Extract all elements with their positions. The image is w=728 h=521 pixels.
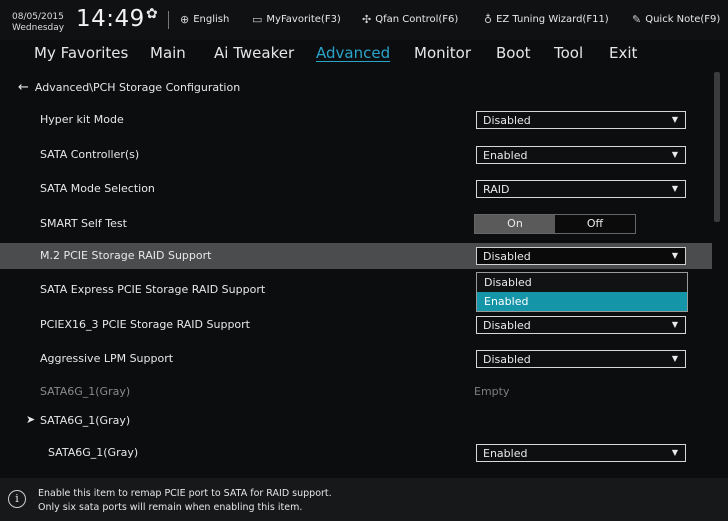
myfavorite-label: MyFavorite(F3) xyxy=(266,14,341,25)
main-tabs: My Favorites Main Ai Tweaker Advanced Mo… xyxy=(0,40,728,68)
language-button[interactable]: ⊕ English xyxy=(180,13,229,26)
chevron-right-icon: ➤ xyxy=(26,413,36,426)
dropdown-option-enabled[interactable]: Enabled xyxy=(477,292,687,311)
info-icon: i xyxy=(8,490,26,508)
sata6g-1-select[interactable]: Enabled ▼ xyxy=(476,444,686,462)
globe-icon: ⊕ xyxy=(180,13,190,26)
sata-controller-select[interactable]: Enabled ▼ xyxy=(476,146,686,164)
select-value: Disabled xyxy=(483,353,531,366)
select-value: Disabled xyxy=(483,114,531,127)
tab-monitor[interactable]: Monitor xyxy=(414,44,471,62)
caret-down-icon: ▼ xyxy=(671,354,678,363)
setting-label: SATA6G_1(Gray) xyxy=(40,414,131,427)
tab-main[interactable]: Main xyxy=(150,44,186,62)
select-value: Disabled xyxy=(483,250,531,263)
setting-row[interactable]: SATA6G_1(Gray) Enabled ▼ xyxy=(0,440,712,466)
toggle-off-option[interactable]: Off xyxy=(555,215,635,233)
caret-down-icon: ▼ xyxy=(671,251,678,260)
myfavorite-button[interactable]: ▭ MyFavorite(F3) xyxy=(252,13,341,26)
setting-label: SATA6G_1(Gray) xyxy=(48,446,139,459)
toggle-on-option[interactable]: On xyxy=(475,215,555,233)
tab-tool[interactable]: Tool xyxy=(554,44,583,62)
setting-label: Aggressive LPM Support xyxy=(40,352,174,365)
pciex16-3-raid-select[interactable]: Disabled ▼ xyxy=(476,316,686,334)
select-value: Enabled xyxy=(483,447,528,460)
caret-down-icon: ▼ xyxy=(671,320,678,329)
aggressive-lpm-select[interactable]: Disabled ▼ xyxy=(476,350,686,368)
setting-label: PCIEX16_3 PCIE Storage RAID Support xyxy=(40,318,250,331)
dropdown-list: Disabled Enabled xyxy=(476,272,688,312)
setting-row[interactable]: SATA Controller(s) Enabled ▼ xyxy=(0,142,712,168)
setting-row[interactable]: Hyper kit Mode Disabled ▼ xyxy=(0,107,712,133)
submenu-row[interactable]: ➤ SATA6G_1(Gray) xyxy=(0,408,712,434)
language-label: English xyxy=(193,14,230,25)
setting-row[interactable]: SATA Mode Selection RAID ▼ xyxy=(0,176,712,202)
tab-boot[interactable]: Boot xyxy=(496,44,531,62)
fan-icon: ✣ xyxy=(362,13,372,26)
breadcrumb-text: Advanced\PCH Storage Configuration xyxy=(34,81,241,94)
back-arrow-icon[interactable]: ← xyxy=(18,80,29,95)
scrollbar-thumb[interactable] xyxy=(714,72,720,222)
caret-down-icon: ▼ xyxy=(671,115,678,124)
setting-row: SATA6G_1(Gray) Empty xyxy=(0,379,712,405)
caret-down-icon: ▼ xyxy=(671,448,678,457)
help-text: Enable this item to remap PCIE port to S… xyxy=(38,487,332,515)
select-value: Disabled xyxy=(483,319,531,332)
clock: 14:49 xyxy=(76,6,145,32)
smart-self-test-toggle[interactable]: On Off xyxy=(474,214,636,234)
tab-ai-tweaker[interactable]: Ai Tweaker xyxy=(214,44,294,62)
hyper-kit-mode-select[interactable]: Disabled ▼ xyxy=(476,111,686,129)
tab-my-favorites[interactable]: My Favorites xyxy=(34,44,128,62)
qfan-label: Qfan Control(F6) xyxy=(375,14,459,25)
setting-row-selected[interactable]: M.2 PCIE Storage RAID Support Disabled ▼ xyxy=(0,243,712,269)
setting-label: SATA Controller(s) xyxy=(40,148,140,161)
ez-tuning-wizard-button[interactable]: ♁ EZ Tuning Wizard(F11) xyxy=(484,13,609,26)
bulb-icon: ♁ xyxy=(484,13,493,26)
help-line-2: Only six sata ports will remain when ena… xyxy=(38,502,303,513)
note-icon: ✎ xyxy=(632,13,642,26)
select-value: Enabled xyxy=(483,149,528,162)
divider xyxy=(168,11,169,29)
sata-mode-select[interactable]: RAID ▼ xyxy=(476,180,686,198)
setting-row[interactable]: Aggressive LPM Support Disabled ▼ xyxy=(0,346,712,372)
setting-label: M.2 PCIE Storage RAID Support xyxy=(40,249,212,262)
breadcrumb[interactable]: ← Advanced\PCH Storage Configuration xyxy=(18,80,240,95)
setting-row[interactable]: SMART Self Test On Off xyxy=(0,211,712,237)
setting-label: Hyper kit Mode xyxy=(40,113,124,126)
dropdown-option-disabled[interactable]: Disabled xyxy=(477,273,687,292)
caret-down-icon: ▼ xyxy=(671,184,678,193)
date-display: 08/05/2015 Wednesday xyxy=(12,12,64,34)
select-value: RAID xyxy=(483,183,510,196)
m2-raid-support-select[interactable]: Disabled ▼ xyxy=(476,247,686,265)
tab-advanced[interactable]: Advanced xyxy=(316,44,390,62)
caret-down-icon: ▼ xyxy=(671,150,678,159)
top-bar: 08/05/2015 Wednesday 14:49 ✿ ⊕ English ▭… xyxy=(0,0,728,40)
setting-label: SMART Self Test xyxy=(40,217,127,230)
help-line-1: Enable this item to remap PCIE port to S… xyxy=(38,488,332,499)
quick-note-label: Quick Note(F9) xyxy=(645,14,721,25)
date-text: 08/05/2015 xyxy=(12,12,64,22)
tab-exit[interactable]: Exit xyxy=(609,44,637,62)
monitor-icon: ▭ xyxy=(252,13,263,26)
gear-icon[interactable]: ✿ xyxy=(146,6,158,22)
quick-note-button[interactable]: ✎ Quick Note(F9) xyxy=(632,13,720,26)
weekday-text: Wednesday xyxy=(12,23,65,33)
setting-row[interactable]: PCIEX16_3 PCIE Storage RAID Support Disa… xyxy=(0,312,712,338)
setting-label: SATA Mode Selection xyxy=(40,182,155,195)
setting-label: SATA Express PCIE Storage RAID Support xyxy=(40,283,266,296)
setting-label: SATA6G_1(Gray) xyxy=(40,385,131,398)
qfan-control-button[interactable]: ✣ Qfan Control(F6) xyxy=(362,13,458,26)
help-bar: i Enable this item to remap PCIE port to… xyxy=(0,478,728,521)
ez-tuning-label: EZ Tuning Wizard(F11) xyxy=(496,14,609,25)
port-status: Empty xyxy=(474,385,510,398)
